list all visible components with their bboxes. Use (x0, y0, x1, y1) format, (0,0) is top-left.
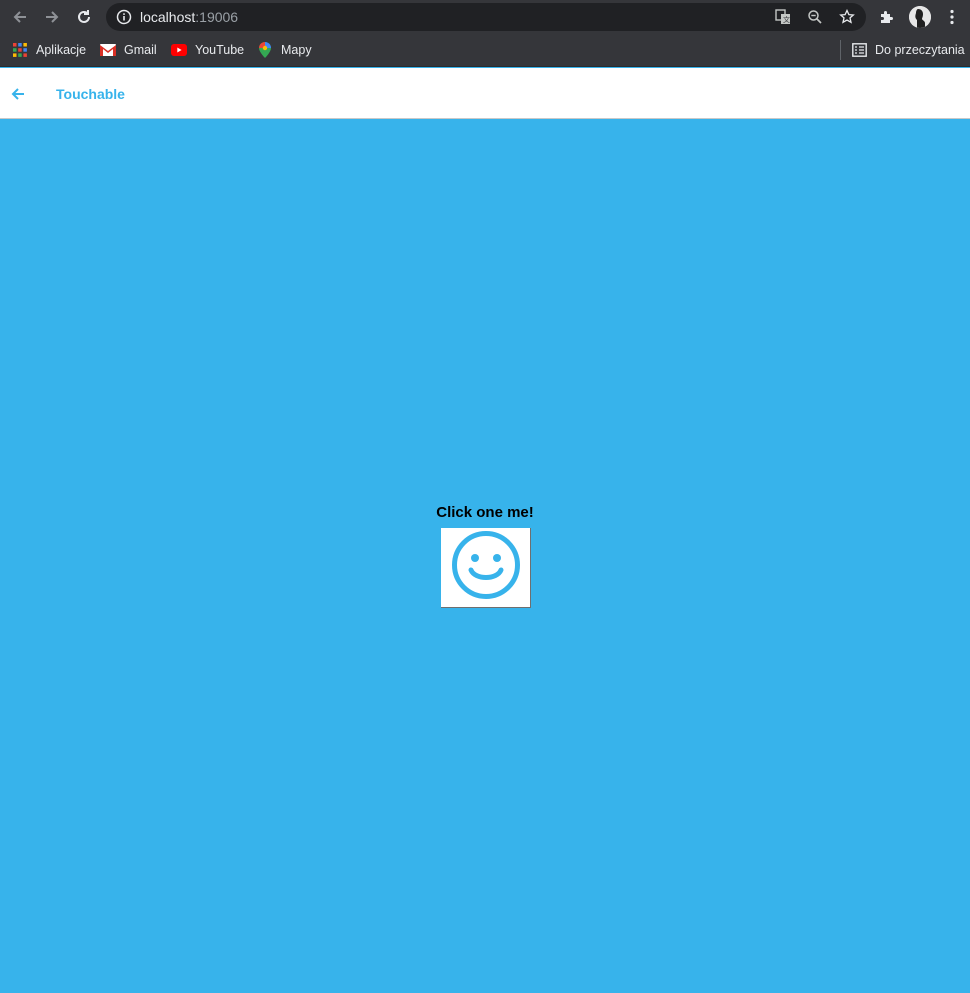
browser-back-icon[interactable] (8, 5, 32, 29)
url-host: localhost (140, 9, 196, 25)
app-body: Click one me! (0, 119, 970, 993)
extensions-puzzle-icon[interactable] (876, 6, 898, 28)
zoom-icon[interactable] (806, 8, 824, 26)
bookmark-label: Mapy (281, 43, 312, 57)
bookmarks-bar: Aplikacje Gmail YouTube Mapy Do przeczyt… (0, 34, 970, 67)
reading-list-button[interactable]: Do przeczytania (851, 41, 965, 59)
page-title: Touchable (56, 86, 125, 102)
app-header: Touchable (0, 68, 970, 119)
reading-list-label: Do przeczytania (875, 43, 965, 57)
bookmark-label: YouTube (195, 43, 245, 57)
profile-avatar[interactable] (909, 6, 931, 28)
bookmark-gmail[interactable]: Gmail (100, 41, 157, 59)
address-url: localhost:19006 (140, 9, 238, 25)
bookmark-maps[interactable]: Mapy (257, 41, 312, 59)
smiley-face-icon (450, 529, 522, 606)
gmail-icon (100, 42, 116, 58)
site-info-icon[interactable] (116, 9, 132, 25)
svg-text:文: 文 (783, 15, 790, 24)
reading-list-icon (851, 42, 867, 58)
maps-pin-icon (257, 42, 273, 58)
youtube-icon (171, 42, 187, 58)
browser-toolbar: localhost:19006 文 (0, 0, 970, 34)
translate-icon[interactable]: 文 (774, 8, 792, 26)
browser-reload-icon[interactable] (72, 5, 96, 29)
url-port: :19006 (195, 9, 239, 25)
address-bar[interactable]: localhost:19006 文 (106, 3, 866, 31)
bookmark-youtube[interactable]: YouTube (171, 41, 244, 59)
bookmark-star-icon[interactable] (838, 8, 856, 26)
browser-menu-icon[interactable] (941, 6, 963, 28)
prompt-text: Click one me! (436, 504, 534, 521)
apps-grid-icon (12, 42, 28, 58)
back-arrow-icon[interactable] (8, 84, 28, 104)
bookmark-label: Gmail (124, 43, 157, 57)
bookmark-label: Aplikacje (36, 43, 87, 57)
browser-forward-icon[interactable] (40, 5, 64, 29)
touchable-button[interactable] (441, 528, 531, 608)
bookmark-apps[interactable]: Aplikacje (12, 41, 86, 59)
bookmarks-separator (840, 40, 841, 60)
